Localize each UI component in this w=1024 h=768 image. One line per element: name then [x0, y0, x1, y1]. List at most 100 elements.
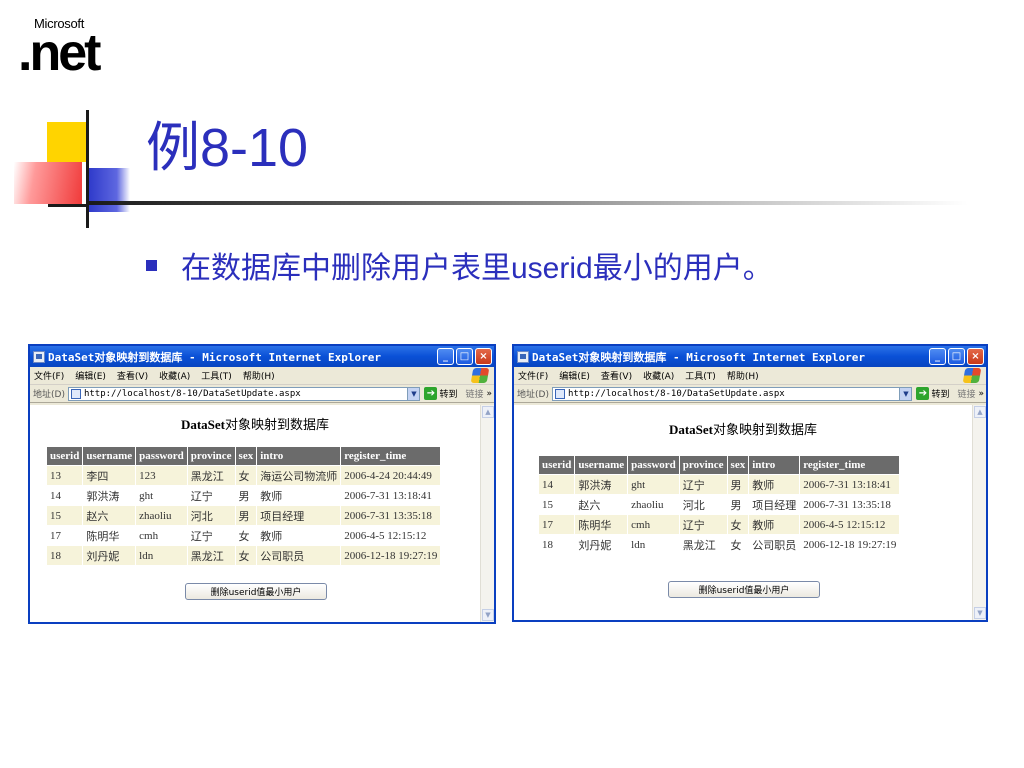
table-cell: 女 [234, 525, 258, 546]
table-cell: 男 [726, 474, 750, 495]
column-header: province [186, 446, 236, 466]
scroll-up-icon[interactable]: ▲ [974, 406, 986, 418]
table-cell: zhaoliu [627, 494, 680, 515]
ie-window-after: DataSet对象映射到数据库 - Microsoft Internet Exp… [512, 344, 988, 622]
table-cell: 教师 [256, 525, 342, 546]
address-bar: 地址(D) http://localhost/8-10/DataSetUpdat… [30, 385, 494, 403]
minimize-button[interactable]: _ [929, 348, 946, 365]
dotnet-logo: Microsoft .net [18, 16, 138, 82]
menu-favorites[interactable]: 收藏(A) [159, 369, 190, 382]
delete-min-userid-button[interactable]: 删除userid值最小用户 [668, 581, 820, 598]
window-titlebar[interactable]: DataSet对象映射到数据库 - Microsoft Internet Exp… [30, 346, 494, 367]
minimize-button[interactable]: _ [437, 348, 454, 365]
table-cell: 李四 [82, 465, 137, 486]
page-icon [554, 388, 565, 399]
table-cell: 13 [45, 465, 84, 486]
table-cell: 刘丹妮 [574, 534, 629, 555]
maximize-button[interactable]: □ [456, 348, 473, 365]
scroll-up-icon[interactable]: ▲ [482, 406, 494, 418]
table-row: 14 郭洪涛 ght 辽宁男教师 2006-7-31 13:18:41 [45, 485, 442, 506]
address-bar: 地址(D) http://localhost/8-10/DataSetUpdat… [514, 385, 986, 403]
users-table: userid username password province sex in… [537, 455, 901, 555]
menu-tools[interactable]: 工具(T) [201, 369, 232, 382]
column-header: register_time [340, 446, 442, 466]
go-button[interactable]: ➔ 转到 [424, 387, 457, 400]
table-cell: ght [135, 485, 188, 506]
table-cell: 女 [726, 534, 750, 555]
menu-view[interactable]: 查看(V) [117, 369, 148, 382]
bullet-marker [146, 259, 157, 271]
scroll-down-icon[interactable]: ▼ [482, 609, 494, 621]
address-url[interactable]: http://localhost/8-10/DataSetUpdate.aspx [84, 389, 408, 399]
column-header: province [678, 455, 728, 475]
column-header: username [574, 455, 629, 475]
table-cell: 项目经理 [748, 494, 801, 515]
column-header: intro [256, 446, 342, 466]
address-url[interactable]: http://localhost/8-10/DataSetUpdate.aspx [568, 389, 900, 399]
table-cell: 黑龙江 [186, 465, 236, 486]
table-cell: 18 [45, 545, 84, 566]
page-heading: DataSet对象映射到数据库 [668, 422, 818, 437]
vertical-scrollbar[interactable]: ▲ ▼ [972, 405, 986, 620]
toolbar-chevron[interactable]: » [978, 389, 984, 399]
table-cell: 河北 [678, 494, 728, 515]
table-cell: 14 [45, 485, 84, 506]
table-cell: 2006-4-5 12:15:12 [799, 514, 901, 535]
table-cell: 郭洪涛 [574, 474, 629, 495]
menu-edit[interactable]: 编辑(E) [559, 369, 590, 382]
window-titlebar[interactable]: DataSet对象映射到数据库 - Microsoft Internet Exp… [514, 346, 986, 367]
menu-file[interactable]: 文件(F) [518, 369, 548, 382]
address-label: 地址(D) [33, 390, 65, 400]
address-input[interactable]: http://localhost/8-10/DataSetUpdate.aspx… [551, 386, 913, 401]
decor-red-square [14, 162, 82, 204]
net-wordmark: .net [18, 24, 101, 82]
table-cell: 2006-7-31 13:18:41 [799, 474, 901, 495]
menu-file[interactable]: 文件(F) [34, 369, 64, 382]
column-header: intro [748, 455, 801, 475]
table-cell: 男 [234, 485, 258, 506]
table-cell: 2006-7-31 13:35:18 [799, 494, 901, 515]
close-button[interactable]: × [475, 348, 492, 365]
toolbar-chevron[interactable]: » [486, 389, 492, 399]
links-button[interactable]: 链接 [465, 387, 483, 400]
table-cell: cmh [135, 525, 188, 546]
bullet-item: 在数据库中删除用户表里userid最小的用户。 [146, 243, 773, 287]
table-cell: 赵六 [82, 505, 137, 526]
menu-view[interactable]: 查看(V) [601, 369, 632, 382]
dropdown-arrow-icon[interactable]: ▼ [899, 387, 912, 400]
address-input[interactable]: http://localhost/8-10/DataSetUpdate.aspx… [67, 386, 421, 401]
dropdown-arrow-icon[interactable]: ▼ [407, 387, 420, 400]
column-header: username [82, 446, 137, 466]
table-cell: 河北 [186, 505, 236, 526]
menu-tools[interactable]: 工具(T) [685, 369, 716, 382]
vertical-scrollbar[interactable]: ▲ ▼ [480, 405, 494, 622]
decor-horizontal-line [48, 204, 88, 207]
table-cell: cmh [627, 514, 680, 535]
menu-favorites[interactable]: 收藏(A) [643, 369, 674, 382]
scroll-down-icon[interactable]: ▼ [974, 607, 986, 619]
decor-blue-square [86, 168, 130, 212]
column-header: userid [45, 446, 84, 466]
menu-help[interactable]: 帮助(H) [243, 369, 275, 382]
table-cell: 公司职员 [748, 534, 801, 555]
go-arrow-icon: ➔ [424, 387, 438, 400]
go-arrow-icon: ➔ [916, 387, 930, 400]
window-title: DataSet对象映射到数据库 - Microsoft Internet Exp… [532, 350, 866, 364]
close-button[interactable]: × [967, 348, 984, 365]
maximize-button[interactable]: □ [948, 348, 965, 365]
page-content: DataSet对象映射到数据库 userid username password… [30, 405, 494, 622]
menu-edit[interactable]: 编辑(E) [75, 369, 106, 382]
table-cell: 陈明华 [82, 525, 137, 546]
delete-min-userid-button[interactable]: 删除userid值最小用户 [185, 583, 327, 600]
menu-help[interactable]: 帮助(H) [727, 369, 759, 382]
table-cell: 辽宁 [678, 514, 728, 535]
links-button[interactable]: 链接 [957, 387, 975, 400]
table-cell: 18 [537, 534, 576, 555]
go-button[interactable]: ➔ 转到 [916, 387, 949, 400]
table-row: 17 陈明华 cmh 辽宁女教师 2006-4-5 12:15:12 [45, 525, 442, 546]
table-cell: 教师 [748, 514, 801, 535]
table-cell: 2006-4-5 12:15:12 [340, 525, 442, 546]
table-cell: 教师 [256, 485, 342, 506]
table-row: 14 郭洪涛 ght 辽宁男教师 2006-7-31 13:18:41 [537, 474, 901, 495]
table-cell: 2006-12-18 19:27:19 [799, 534, 901, 555]
